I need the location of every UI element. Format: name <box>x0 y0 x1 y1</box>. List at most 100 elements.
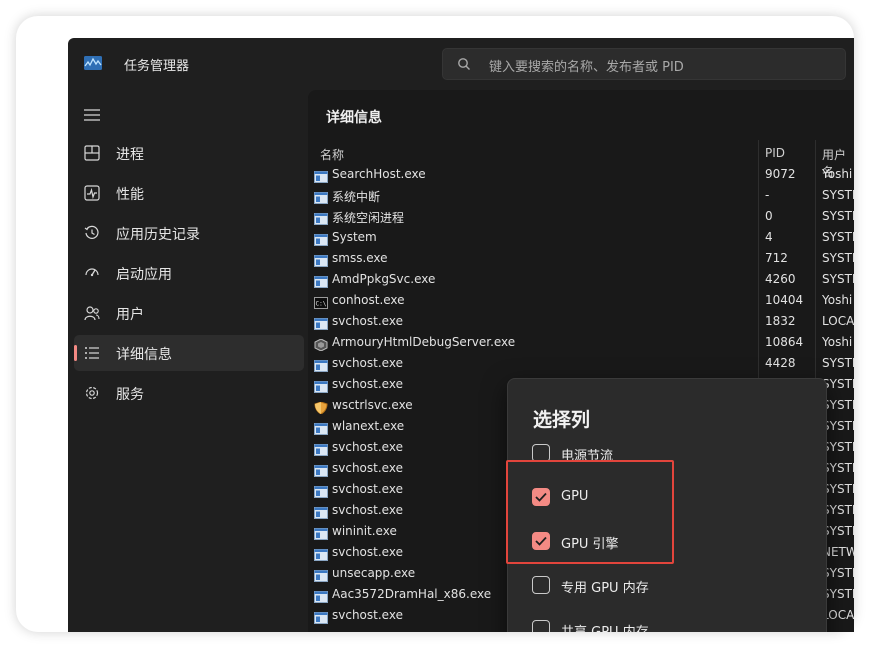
table-row[interactable]: 系统空闲进程 0 SYSTE <box>308 206 854 227</box>
checkbox[interactable] <box>532 620 550 632</box>
table-row[interactable]: smss.exe 712 SYSTE <box>308 248 854 269</box>
column-option[interactable]: 专用 GPU 内存 <box>532 574 812 598</box>
table-row[interactable]: System 4 SYSTE <box>308 227 854 248</box>
table-header: 名称 PID 用户名 <box>308 140 854 179</box>
process-pid: 4 <box>765 230 773 244</box>
process-app-icon <box>314 462 328 477</box>
process-app-icon <box>314 546 328 561</box>
process-user: SYSTE <box>822 251 854 265</box>
process-console-icon-graphic: C:\ <box>314 297 328 309</box>
process-console-icon: C:\ <box>314 294 328 309</box>
process-app-icon <box>314 252 328 267</box>
search-input[interactable]: 键入要搜索的名称、发布者或 PID <box>442 48 846 80</box>
process-name: svchost.exe <box>332 440 403 454</box>
sidebar-item-processes[interactable]: 进程 <box>74 135 304 171</box>
process-app-icon <box>314 441 328 456</box>
process-user: LOCA <box>822 314 854 328</box>
task-manager-logo-icon <box>84 56 102 70</box>
process-name: 系统中断 <box>332 190 381 204</box>
process-user: SYSTE <box>822 230 854 244</box>
svg-text:C:\: C:\ <box>316 301 327 308</box>
process-name: Aac3572DramHal_x86.exe <box>332 587 492 601</box>
process-user: Yoshi <box>822 335 853 349</box>
sidebar-item-users[interactable]: 用户 <box>74 295 304 331</box>
sidebar-item-details[interactable]: 详细信息 <box>74 335 304 371</box>
process-user: Yoshi <box>822 167 853 181</box>
process-app-icon-graphic <box>314 570 328 582</box>
process-name: wlanext.exe <box>332 419 405 433</box>
task-manager-window: 任务管理器 键入要搜索的名称、发布者或 PID 进程 性能 应用历史记录 启动应… <box>68 38 854 632</box>
process-app-icon-graphic <box>314 612 328 624</box>
services-icon <box>85 386 99 400</box>
process-app-icon-graphic <box>314 171 328 183</box>
sidebar-item-label: 进程 <box>116 147 144 163</box>
process-name: SearchHost.exe <box>332 167 426 181</box>
process-hex-icon-graphic <box>314 338 328 352</box>
search-icon <box>458 58 470 70</box>
process-user: SYSTE <box>822 272 854 286</box>
process-pid: 1832 <box>765 314 796 328</box>
sidebar-item-label: 应用历史记录 <box>116 227 200 243</box>
sidebar-item-performance[interactable]: 性能 <box>74 175 304 211</box>
process-app-icon-graphic <box>314 549 328 561</box>
sidebar-item-label: 详细信息 <box>116 347 172 363</box>
process-app-icon <box>314 189 328 204</box>
process-pid: 712 <box>765 251 788 265</box>
process-app-icon-graphic <box>314 528 328 540</box>
process-name: 系统空闲进程 <box>332 211 405 225</box>
performance-icon <box>84 185 100 201</box>
process-app-icon-graphic <box>314 465 328 477</box>
process-app-icon <box>314 315 328 330</box>
process-name: svchost.exe <box>332 356 403 370</box>
process-app-icon-graphic <box>314 423 328 435</box>
process-app-icon <box>314 525 328 540</box>
process-name: wsctrlsvc.exe <box>332 398 413 412</box>
process-name: svchost.exe <box>332 545 403 559</box>
search-placeholder: 键入要搜索的名称、发布者或 PID <box>489 60 684 75</box>
process-app-icon <box>314 567 328 582</box>
process-app-icon-graphic <box>314 486 328 498</box>
active-indicator <box>74 345 77 361</box>
app-title: 任务管理器 <box>124 59 190 74</box>
process-hex-icon <box>314 336 328 352</box>
process-user: SYSTE <box>822 356 854 370</box>
process-app-icon-graphic <box>314 591 328 603</box>
column-option[interactable]: 共享 GPU 内存 <box>532 618 812 632</box>
process-name: svchost.exe <box>332 377 403 391</box>
process-app-icon <box>314 588 328 603</box>
process-pid: 4260 <box>765 272 796 286</box>
column-header-pid[interactable]: PID <box>765 146 785 160</box>
process-name: wininit.exe <box>332 524 397 538</box>
table-row[interactable]: C:\ conhost.exe 10404 Yoshi <box>308 290 854 311</box>
hamburger-menu-icon[interactable] <box>84 108 100 122</box>
process-name: svchost.exe <box>332 314 403 328</box>
table-row[interactable]: svchost.exe 1832 LOCA <box>308 311 854 332</box>
process-app-icon-graphic <box>314 213 328 225</box>
users-icon <box>84 306 100 321</box>
option-label: 共享 GPU 内存 <box>561 621 649 632</box>
process-app-icon-graphic <box>314 318 328 330</box>
sidebar-item-services[interactable]: 服务 <box>74 375 304 411</box>
process-name: svchost.exe <box>332 461 403 475</box>
process-pid: - <box>765 188 770 202</box>
sidebar-item-startup-apps[interactable]: 启动应用 <box>74 255 304 291</box>
sidebar: 进程 性能 应用历史记录 启动应用 用户 详细信息 服务 <box>68 90 308 632</box>
table-row[interactable]: AmdPpkgSvc.exe 4260 SYSTE <box>308 269 854 290</box>
process-app-icon <box>314 378 328 393</box>
process-app-icon <box>314 231 328 246</box>
table-row[interactable]: 系统中断 - SYSTE <box>308 185 854 206</box>
popup-title: 选择列 <box>533 409 591 431</box>
process-app-icon <box>314 504 328 519</box>
process-user: SYSTE <box>822 209 854 223</box>
process-name: svchost.exe <box>332 503 403 517</box>
table-row[interactable]: SearchHost.exe 9072 Yoshi <box>308 164 854 185</box>
checkbox[interactable] <box>532 576 550 594</box>
sidebar-item-label: 性能 <box>116 187 144 203</box>
column-header-name[interactable]: 名称 <box>320 146 344 163</box>
table-row[interactable]: svchost.exe 4428 SYSTE <box>308 353 854 374</box>
sidebar-item-app-history[interactable]: 应用历史记录 <box>74 215 304 251</box>
process-pid: 4428 <box>765 356 796 370</box>
process-app-icon-graphic <box>314 276 328 288</box>
process-app-icon-graphic <box>314 507 328 519</box>
table-row[interactable]: ArmouryHtmlDebugServer.exe 10864 Yoshi <box>308 332 854 353</box>
